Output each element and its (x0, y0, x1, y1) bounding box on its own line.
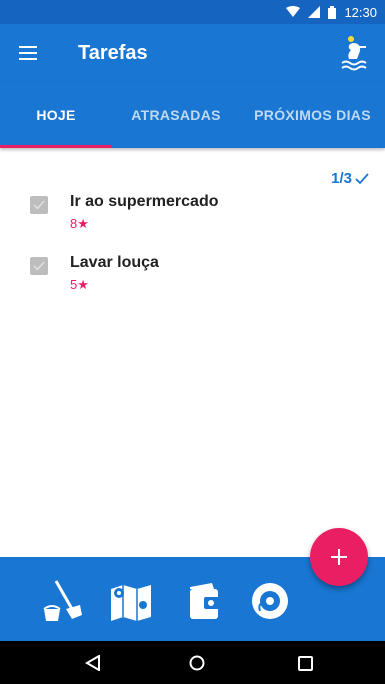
task-title: Lavar louça (70, 254, 159, 271)
cleaning-broom-icon (43, 580, 82, 621)
hamburger-menu-icon (19, 46, 37, 60)
app-bar: Tarefas (0, 24, 385, 82)
system-navigation-bar (0, 641, 385, 684)
task-title: Ir ao supermercado (70, 193, 219, 210)
add-icon (331, 549, 347, 565)
tab-atrasadas[interactable]: ATRASADAS (112, 82, 240, 148)
add-task-button[interactable] (310, 528, 368, 586)
home-button[interactable] (184, 650, 210, 676)
task-checkbox[interactable] (30, 257, 48, 275)
map-icon (111, 585, 151, 621)
task-points: 5★ (70, 277, 89, 292)
brand-logo-icon (337, 34, 371, 72)
page-title: Tarefas (78, 41, 148, 64)
status-bar: 12:30 (0, 0, 385, 24)
task-checkbox[interactable] (30, 196, 48, 214)
wallet-icon (190, 583, 220, 619)
progress-text: 1/3 (331, 170, 352, 187)
tab-proximos-dias[interactable]: PRÓXIMOS DIAS (240, 82, 385, 148)
back-icon (85, 655, 100, 671)
nav-cleaning[interactable] (38, 577, 86, 625)
menu-button[interactable] (0, 24, 56, 82)
nav-disc[interactable] (246, 577, 294, 625)
tab-bar: HOJE ATRASADAS PRÓXIMOS DIAS (0, 82, 385, 148)
tab-hoje[interactable]: HOJE (0, 82, 112, 148)
back-button[interactable] (80, 650, 106, 676)
wifi-icon (286, 6, 301, 17)
recents-button[interactable] (292, 650, 318, 676)
progress-counter: 1/3 (331, 170, 369, 187)
nav-wallet[interactable] (180, 577, 228, 625)
nav-map[interactable] (107, 577, 155, 625)
music-disc-icon (252, 583, 288, 619)
signal-icon (308, 6, 321, 18)
checkmark-icon (355, 172, 369, 184)
recents-icon (297, 655, 313, 671)
status-time: 12:30 (344, 4, 377, 20)
task-points: 8★ (70, 216, 89, 231)
check-icon (33, 261, 45, 271)
check-icon (33, 200, 45, 210)
battery-icon (328, 5, 337, 19)
home-icon (189, 655, 205, 671)
